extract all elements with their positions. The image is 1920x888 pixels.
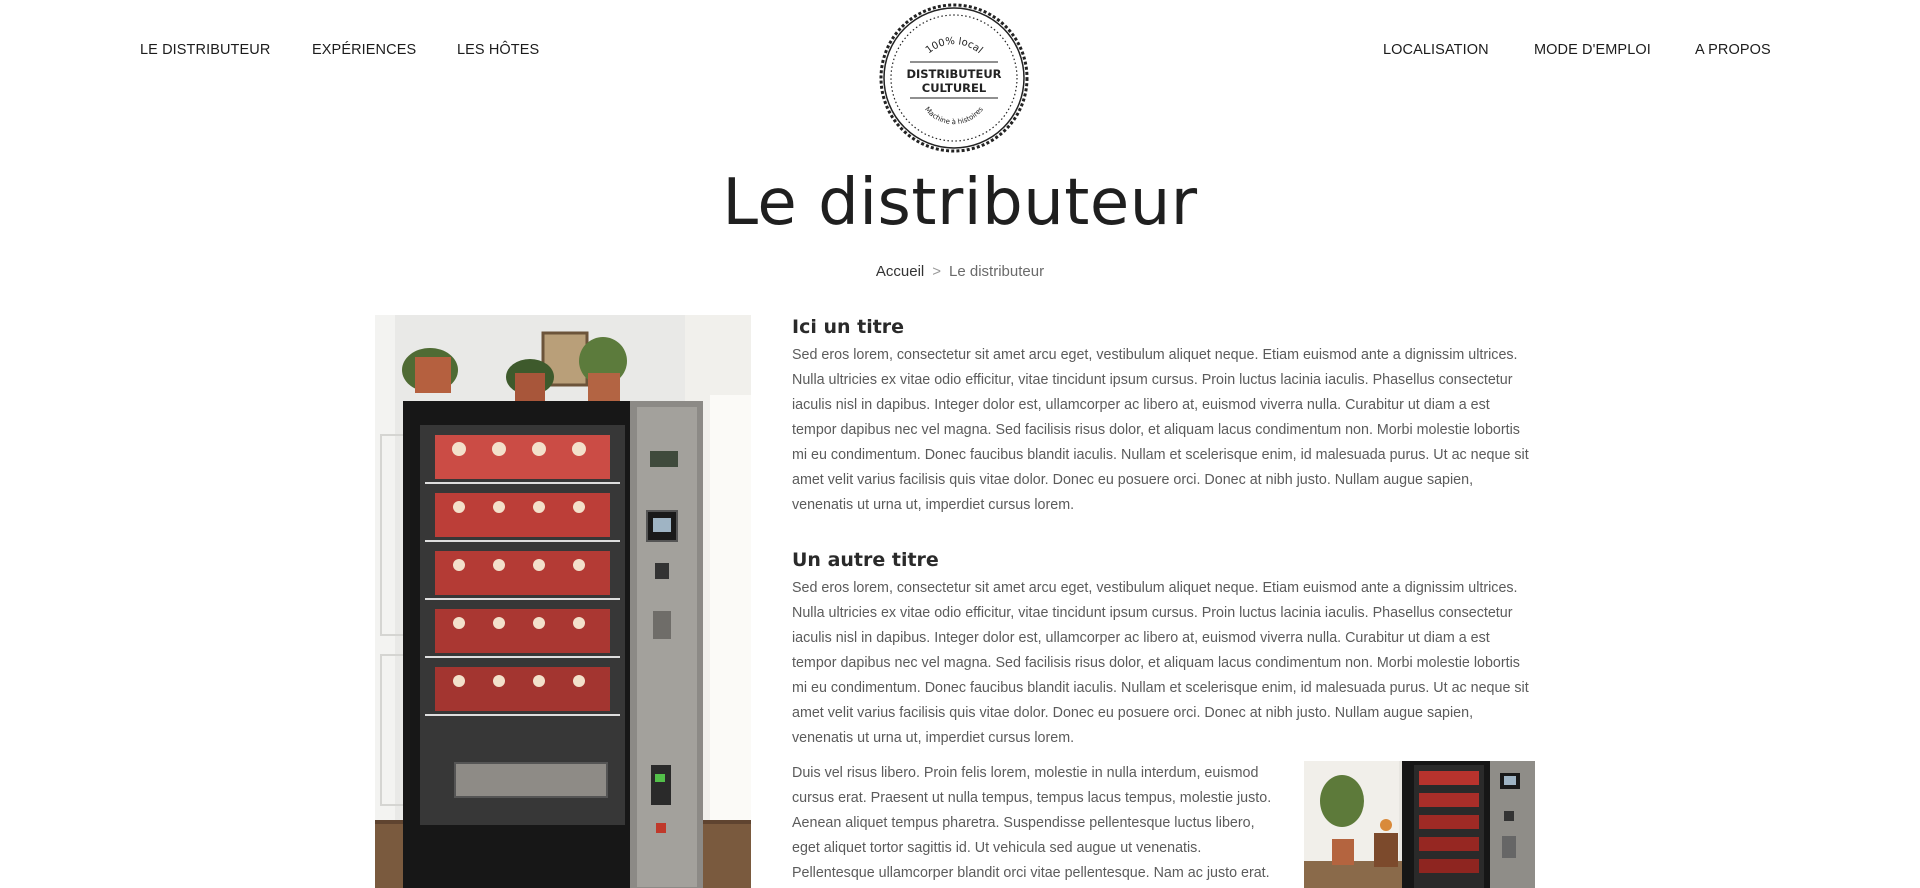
- page: LE DISTRIBUTEUR EXPÉRIENCES LES HÔTES 10…: [0, 0, 1920, 888]
- nav-link-les-hotes[interactable]: LES HÔTES: [457, 42, 539, 58]
- extra-paragraph: Duis vel risus libero. Proin felis lorem…: [792, 765, 1272, 881]
- nav-link-mode-emploi[interactable]: MODE D'EMPLOI: [1534, 42, 1651, 58]
- vending-machine-side-illustration: [1304, 761, 1535, 888]
- section-paragraph: Sed eros lorem, consectetur sit amet arc…: [792, 580, 1529, 746]
- vending-machine-illustration: [375, 315, 751, 888]
- site-logo[interactable]: 100% local DISTRIBUTEUR CULTUREL Machine…: [878, 2, 1030, 154]
- page-title: Le distributeur: [722, 166, 1198, 240]
- breadcrumb: Accueil > Le distributeur: [0, 263, 1920, 280]
- breadcrumb-current: Le distributeur: [949, 263, 1045, 280]
- vending-machine-side-photo: [1304, 761, 1535, 888]
- nav-link-localisation[interactable]: LOCALISATION: [1383, 42, 1489, 58]
- section-title: Ici un titre: [792, 316, 905, 338]
- distributeur-culturel-seal: 100% local DISTRIBUTEUR CULTUREL Machine…: [879, 3, 1029, 153]
- svg-text:CULTUREL: CULTUREL: [922, 81, 987, 95]
- vending-machine-photo: [375, 315, 751, 888]
- nav-link-experiences[interactable]: EXPÉRIENCES: [312, 42, 416, 58]
- svg-text:DISTRIBUTEUR: DISTRIBUTEUR: [906, 67, 1001, 81]
- breadcrumb-home-link[interactable]: Accueil: [876, 263, 924, 280]
- nav-link-le-distributeur[interactable]: LE DISTRIBUTEUR: [140, 42, 270, 58]
- section-title: Un autre titre: [792, 549, 939, 571]
- section-paragraph: Sed eros lorem, consectetur sit amet arc…: [792, 347, 1529, 513]
- breadcrumb-separator: >: [932, 263, 942, 280]
- nav-link-a-propos[interactable]: A PROPOS: [1695, 42, 1771, 58]
